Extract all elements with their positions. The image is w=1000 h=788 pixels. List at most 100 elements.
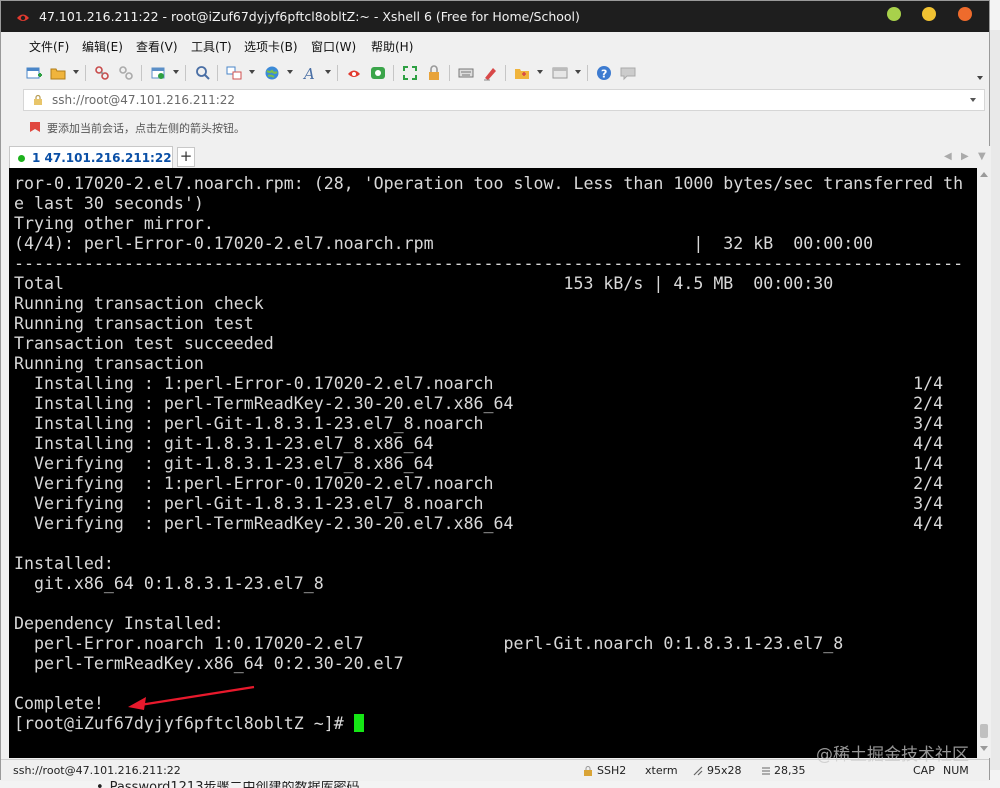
help-icon[interactable]: ? — [595, 64, 613, 82]
chevron-down-icon[interactable] — [325, 70, 331, 74]
toolbar-separator — [185, 65, 186, 81]
scroll-down-icon[interactable] — [980, 746, 988, 751]
address-bar[interactable]: ssh://root@47.101.216.211:22 — [23, 89, 985, 111]
terminal-line: Transaction test succeeded — [14, 334, 274, 353]
status-terminal-type: xterm — [645, 764, 678, 777]
tab-menu-icon[interactable]: ▼ — [978, 151, 986, 162]
menu-view[interactable]: 查看(V) — [136, 38, 178, 55]
lock-icon — [34, 94, 42, 105]
scrollbar-thumb[interactable] — [980, 724, 988, 738]
toolbar-separator — [587, 65, 588, 81]
terminal-line: Installing : perl-TermReadKey-2.30-20.el… — [14, 394, 944, 413]
tab-session-1[interactable]: 1 47.101.216.211:22 — [9, 146, 173, 168]
new-tab-folder-icon[interactable] — [513, 64, 531, 82]
xshell-icon[interactable] — [345, 64, 363, 82]
toolbar: A ? — [1, 58, 989, 88]
chevron-down-icon[interactable] — [537, 70, 543, 74]
font-icon[interactable]: A — [301, 64, 319, 82]
transfer-icon[interactable] — [225, 64, 243, 82]
toolbar-separator — [337, 65, 338, 81]
toolbar-separator — [85, 65, 86, 81]
xftp-icon[interactable] — [369, 64, 387, 82]
connect-icon[interactable] — [93, 64, 111, 82]
add-tab-button[interactable]: + — [177, 147, 195, 167]
lock-icon — [584, 766, 592, 776]
disconnect-icon[interactable] — [117, 64, 135, 82]
bookmark-icon[interactable] — [29, 121, 41, 133]
status-cursor-position: 28,35 — [774, 764, 806, 777]
toolbar-separator — [141, 65, 142, 81]
terminal-line: perl-Error.noarch 1:0.17020-2.el7 perl-G… — [14, 634, 844, 653]
terminal-line: ror-0.17020-2.el7.noarch.rpm: (28, 'Oper… — [14, 174, 964, 193]
menu-help[interactable]: 帮助(H) — [371, 38, 413, 55]
chevron-down-icon[interactable] — [287, 70, 293, 74]
toolbar-overflow-icon[interactable] — [977, 76, 983, 80]
chevron-down-icon[interactable] — [173, 70, 179, 74]
watermark: @稀土掘金技术社区 — [816, 745, 969, 765]
tab-strip: 1 47.101.216.211:22 + ◀ ▶ ▼ — [9, 146, 991, 168]
terminal-line: Installing : perl-Git-1.8.3.1-23.el7_8.n… — [14, 414, 944, 433]
menu-tabs[interactable]: 选项卡(B) — [244, 38, 298, 55]
minimize-button[interactable] — [887, 7, 901, 21]
terminal-line: Verifying : git-1.8.3.1-23.el7_8.x86_64 … — [14, 454, 944, 473]
search-icon[interactable] — [194, 64, 212, 82]
fullscreen-icon[interactable] — [401, 64, 419, 82]
terminal-scrollbar[interactable] — [977, 168, 991, 758]
highlight-icon[interactable] — [481, 64, 499, 82]
tab-scroll-left-icon[interactable]: ◀ — [944, 151, 952, 162]
open-folder-icon[interactable] — [49, 64, 67, 82]
terminal-line: Installed: — [14, 554, 114, 573]
toolbar-separator — [217, 65, 218, 81]
chevron-down-icon[interactable] — [73, 70, 79, 74]
chevron-down-icon[interactable] — [249, 70, 255, 74]
background-scroll-strip — [990, 30, 1000, 770]
chevron-down-icon[interactable] — [970, 98, 976, 102]
status-size: 95x28 — [707, 764, 742, 777]
new-session-icon[interactable] — [25, 64, 43, 82]
menu-bar: 文件(F) 编辑(E) 查看(V) 工具(T) 选项卡(B) 窗口(W) 帮助(… — [1, 32, 989, 58]
terminal-line: perl-TermReadKey.x86_64 0:2.30-20.el7 — [14, 654, 404, 673]
menu-window[interactable]: 窗口(W) — [311, 38, 356, 55]
terminal-line: Trying other mirror. — [14, 214, 214, 233]
terminal-line: ----------------------------------------… — [14, 254, 964, 273]
window-title: 47.101.216.211:22 - root@iZuf67dyjyf6pft… — [39, 9, 580, 24]
address-input[interactable]: ssh://root@47.101.216.211:22 — [52, 93, 235, 107]
terminal-line: Dependency Installed: — [14, 614, 224, 633]
menu-tools[interactable]: 工具(T) — [191, 38, 232, 55]
terminal-cursor — [353, 714, 364, 732]
terminal-line: e last 30 seconds') — [14, 194, 204, 213]
close-button[interactable] — [958, 7, 972, 21]
layout-icon[interactable] — [551, 64, 569, 82]
xshell-logo-icon — [17, 14, 29, 21]
session-hint-bar: 要添加当前会话，点击左侧的箭头按钮。 — [23, 116, 985, 138]
svg-text:A: A — [302, 65, 315, 81]
status-caps: CAP — [913, 764, 935, 777]
title-bar[interactable]: 47.101.216.211:22 - root@iZuf67dyjyf6pft… — [1, 1, 989, 32]
cursor-position-icon — [762, 767, 770, 775]
chat-icon[interactable] — [619, 64, 637, 82]
toolbar-separator — [393, 65, 394, 81]
properties-icon[interactable] — [149, 64, 167, 82]
terminal-line: (4/4): perl-Error-0.17020-2.el7.noarch.r… — [14, 234, 874, 253]
terminal-line: Running transaction check — [14, 294, 264, 313]
menu-file[interactable]: 文件(F) — [29, 38, 69, 55]
terminal-line: Total 153 kB/s | 4.5 MB 00:00:30 — [14, 274, 834, 293]
maximize-button[interactable] — [922, 7, 936, 21]
terminal-line: Running transaction test — [14, 314, 254, 333]
keyboard-icon[interactable] — [457, 64, 475, 82]
svg-text:?: ? — [601, 68, 607, 81]
scroll-up-icon[interactable] — [980, 172, 988, 177]
hint-text: 要添加当前会话，点击左侧的箭头按钮。 — [47, 122, 245, 135]
terminal-line: Verifying : perl-TermReadKey-2.30-20.el7… — [14, 514, 944, 533]
tab-scroll-right-icon[interactable]: ▶ — [961, 151, 969, 162]
toolbar-separator — [449, 65, 450, 81]
terminal-line: Verifying : 1:perl-Error-0.17020-2.el7.n… — [14, 474, 944, 493]
terminal-screen[interactable]: ror-0.17020-2.el7.noarch.rpm: (28, 'Oper… — [9, 168, 977, 758]
lock-icon[interactable] — [425, 64, 443, 82]
chevron-down-icon[interactable] — [575, 70, 581, 74]
tab-label: 1 47.101.216.211:22 — [32, 151, 172, 165]
menu-edit[interactable]: 编辑(E) — [82, 38, 123, 55]
terminal-line: Running transaction — [14, 354, 204, 373]
globe-icon[interactable] — [263, 64, 281, 82]
